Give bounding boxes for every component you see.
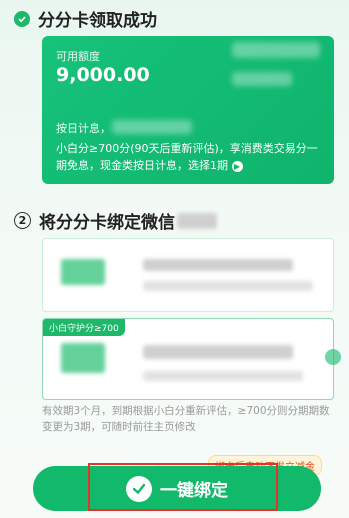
credit-card: 可用额度 9,000.00 按日计息， 小白分≥700分(90天后重新评估)，享… [42, 36, 334, 184]
blurred-info [232, 42, 320, 58]
bank-logo [61, 259, 105, 285]
card-description: 小白分≥700分(90天后重新评估)，享消费类交易分一期免息，现金类按日计息，选… [56, 142, 318, 172]
blurred-info [112, 120, 192, 134]
step-number: 2 [14, 212, 31, 229]
bind-option-2[interactable]: 小白守护分≥700 [42, 318, 341, 400]
limit-label: 可用额度 [56, 50, 100, 63]
interest-label: 按日计息， [56, 122, 111, 135]
highlight-frame [88, 463, 278, 511]
arrow-right-icon[interactable]: ▶ [231, 160, 243, 172]
bank-logo [61, 343, 105, 373]
check-circle-icon [14, 10, 30, 27]
limit-amount: 9,000.00 [56, 64, 150, 86]
bind-title: 2 将分分卡绑定微信 [14, 208, 217, 233]
success-title-text: 分分卡领取成功 [38, 11, 157, 31]
radio-check-icon[interactable] [325, 349, 341, 365]
footnote: 有效期3个月，到期根据小白分重新评估，≥700分则分期期数变更为3期，可随时前往… [42, 405, 330, 433]
blurred-info [232, 72, 292, 86]
success-title: 分分卡领取成功 [14, 6, 157, 31]
bind-option-1[interactable] [42, 238, 334, 312]
score-badge: 小白守护分≥700 [43, 319, 125, 336]
bind-title-text: 将分分卡绑定微信 [39, 213, 175, 233]
